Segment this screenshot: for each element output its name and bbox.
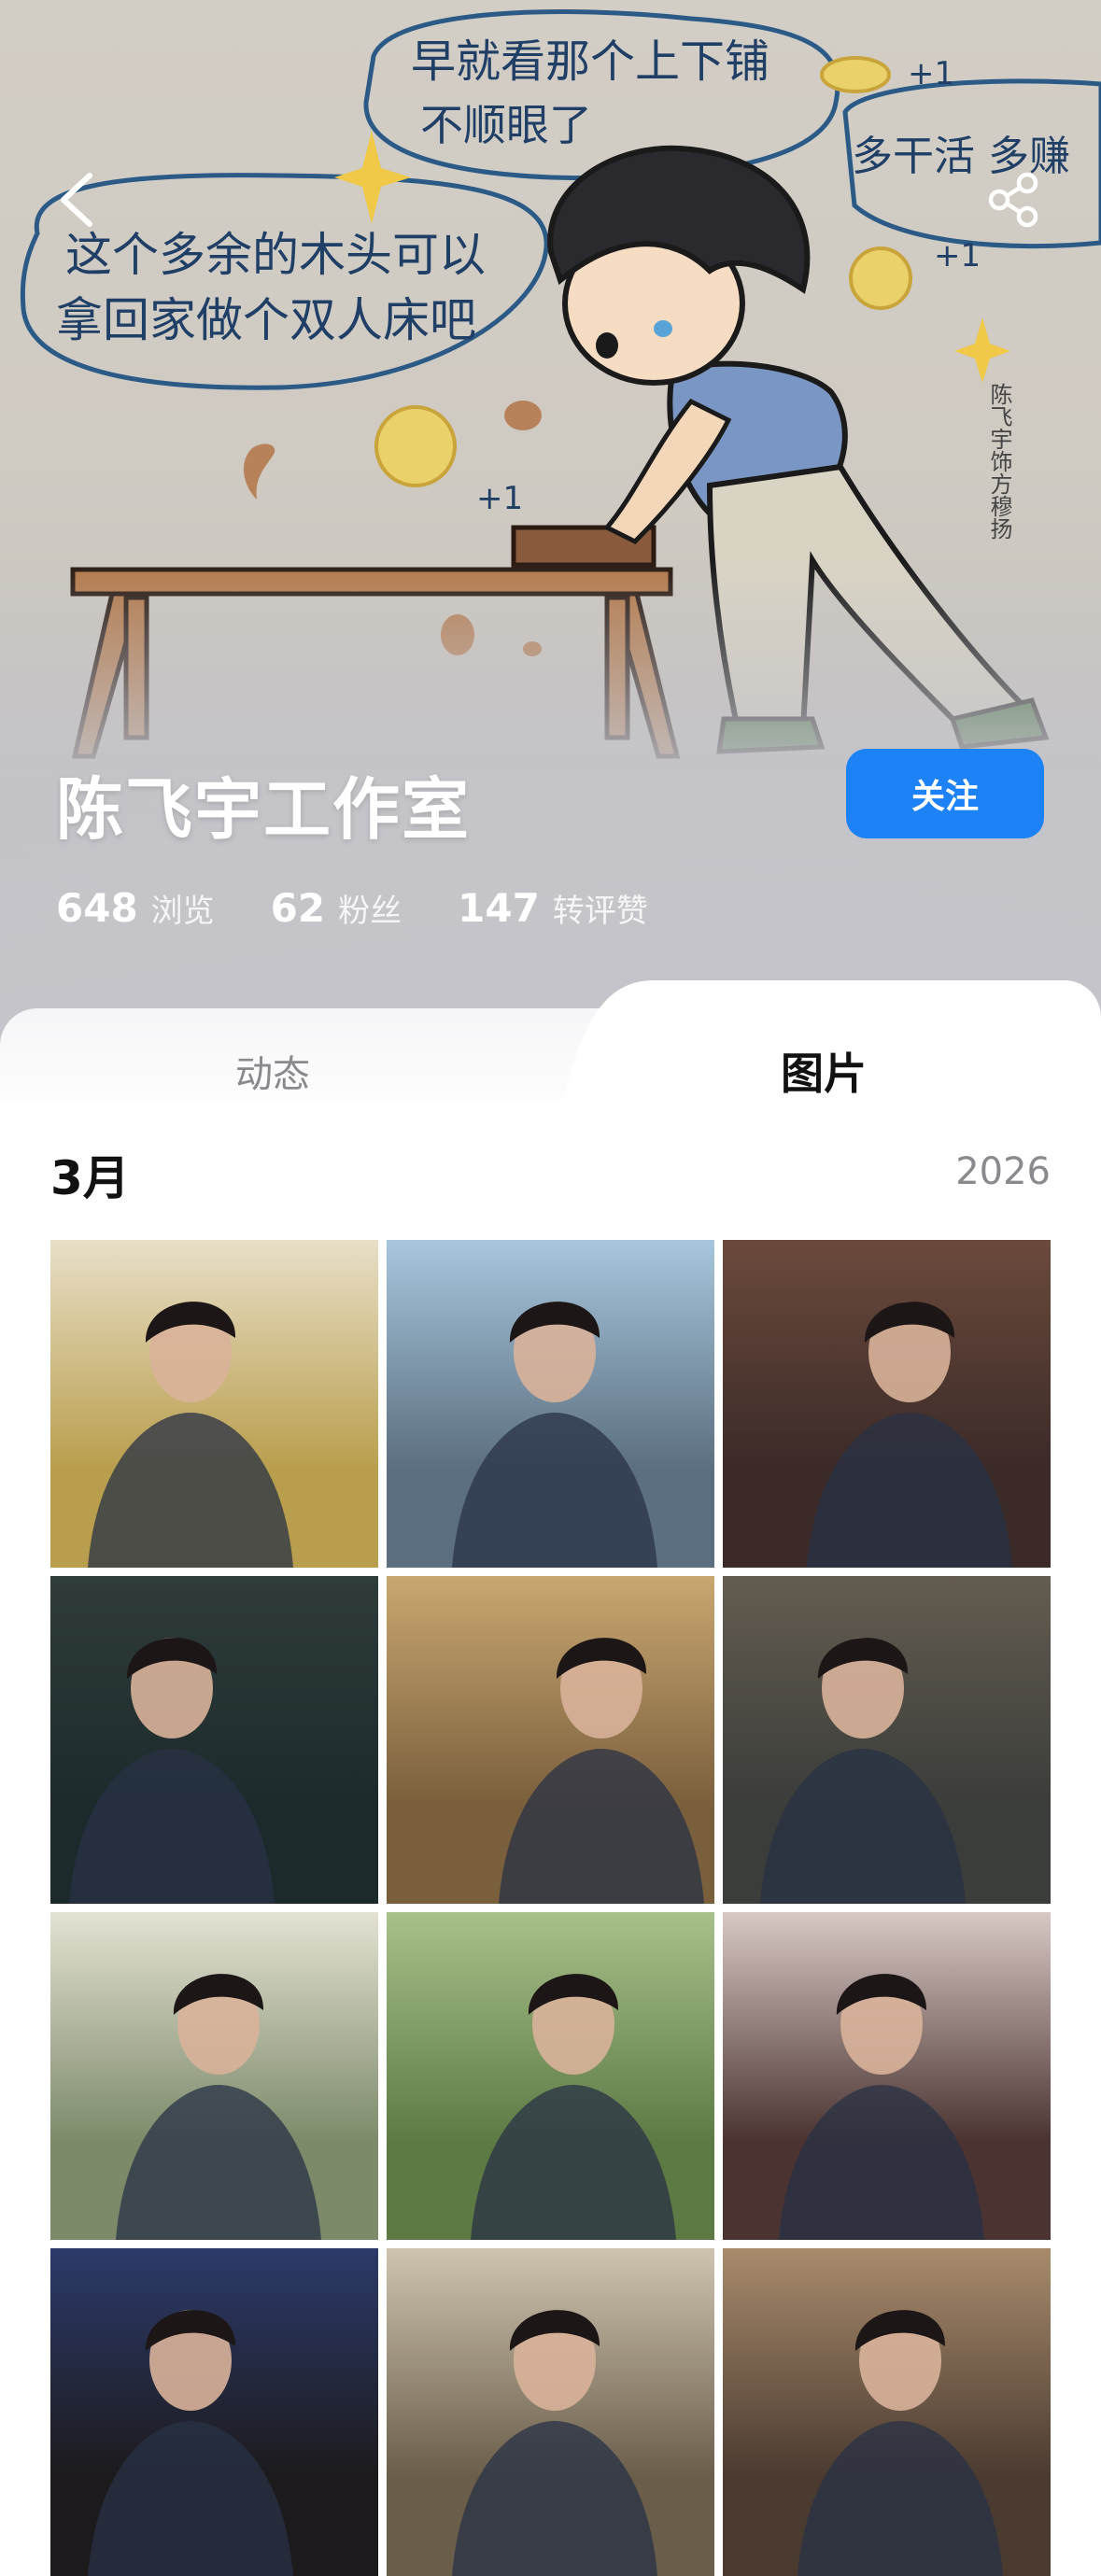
stat-views-label: 浏览: [150, 893, 215, 930]
tab-photos-bg[interactable]: [0, 980, 1101, 1111]
tab-dynamic[interactable]: 动态: [235, 1044, 310, 1098]
photo-subject: [88, 2310, 293, 2576]
photo-subject: [116, 1974, 321, 2240]
photo-laundry[interactable]: [723, 2248, 1051, 2576]
tab-photos[interactable]: 图片: [781, 1040, 867, 1102]
photo-window-light[interactable]: [50, 1912, 378, 2240]
stat-fans-count: 62: [270, 885, 326, 931]
photo-field[interactable]: [50, 1240, 378, 1568]
illustration-signature: 陈飞宇饰方穆扬: [986, 383, 1012, 540]
stat-interactions-label: 转评赞: [552, 893, 648, 930]
plus-one-bench: +1: [476, 480, 523, 517]
bubble-top-line2: 不顺眼了: [420, 100, 592, 150]
back-icon[interactable]: [52, 170, 101, 230]
stat-views: 648 浏览: [56, 885, 215, 931]
profile-banner: 这个多余的木头可以 拿回家做个双人床吧 早就看那个上下铺 不顺眼了 多干活 多赚…: [0, 0, 1101, 1102]
stat-fans-label: 粉丝: [338, 893, 402, 930]
photo-smile[interactable]: [723, 1240, 1051, 1568]
photo-blue-door[interactable]: [50, 2248, 378, 2576]
stat-fans: 62 粉丝: [271, 885, 402, 931]
tab-bar: [0, 980, 1101, 1120]
photo-subject: [499, 1638, 704, 1904]
gallery-year: 2026: [955, 1150, 1051, 1193]
photo-subject: [452, 2310, 657, 2576]
photo-subject: [798, 2310, 1003, 2576]
plus-one-right: +1: [934, 237, 981, 274]
photo-grid: [50, 1240, 1051, 2576]
stat-interactions: 147 转评赞: [458, 885, 648, 931]
stat-interactions-count: 147: [458, 885, 540, 931]
profile-stats: 648 浏览 62 粉丝 147 转评赞: [56, 885, 648, 931]
photo-circuit[interactable]: [723, 1912, 1051, 2240]
photo-subject: [452, 1302, 657, 1568]
photo-subject: [471, 1974, 676, 2240]
photo-workbench[interactable]: [387, 1576, 714, 1904]
plus-one-top: +1: [908, 55, 954, 92]
photo-painted-face[interactable]: [723, 1576, 1051, 1904]
photo-subject: [779, 1974, 984, 2240]
bubble-left-line2: 拿回家做个双人床吧: [56, 293, 476, 347]
photo-dark-portrait[interactable]: [50, 1576, 378, 1904]
bubble-left-line1: 这个多余的木头可以: [65, 228, 486, 282]
stat-views-count: 648: [56, 885, 138, 931]
gallery-month: 3月: [50, 1151, 130, 1205]
profile-name: 陈飞宇工作室: [56, 770, 472, 849]
photo-window[interactable]: [387, 1240, 714, 1568]
photo-subject: [760, 1638, 966, 1904]
photo-subject: [69, 1638, 275, 1904]
follow-button[interactable]: 关注: [846, 749, 1044, 838]
share-icon[interactable]: [986, 172, 1042, 228]
photo-subject: [807, 1302, 1012, 1568]
photo-subject: [88, 1302, 293, 1568]
photo-garden[interactable]: [387, 1912, 714, 2240]
photo-map[interactable]: [387, 2248, 714, 2576]
bubble-top-line1: 早就看那个上下铺: [411, 35, 769, 88]
